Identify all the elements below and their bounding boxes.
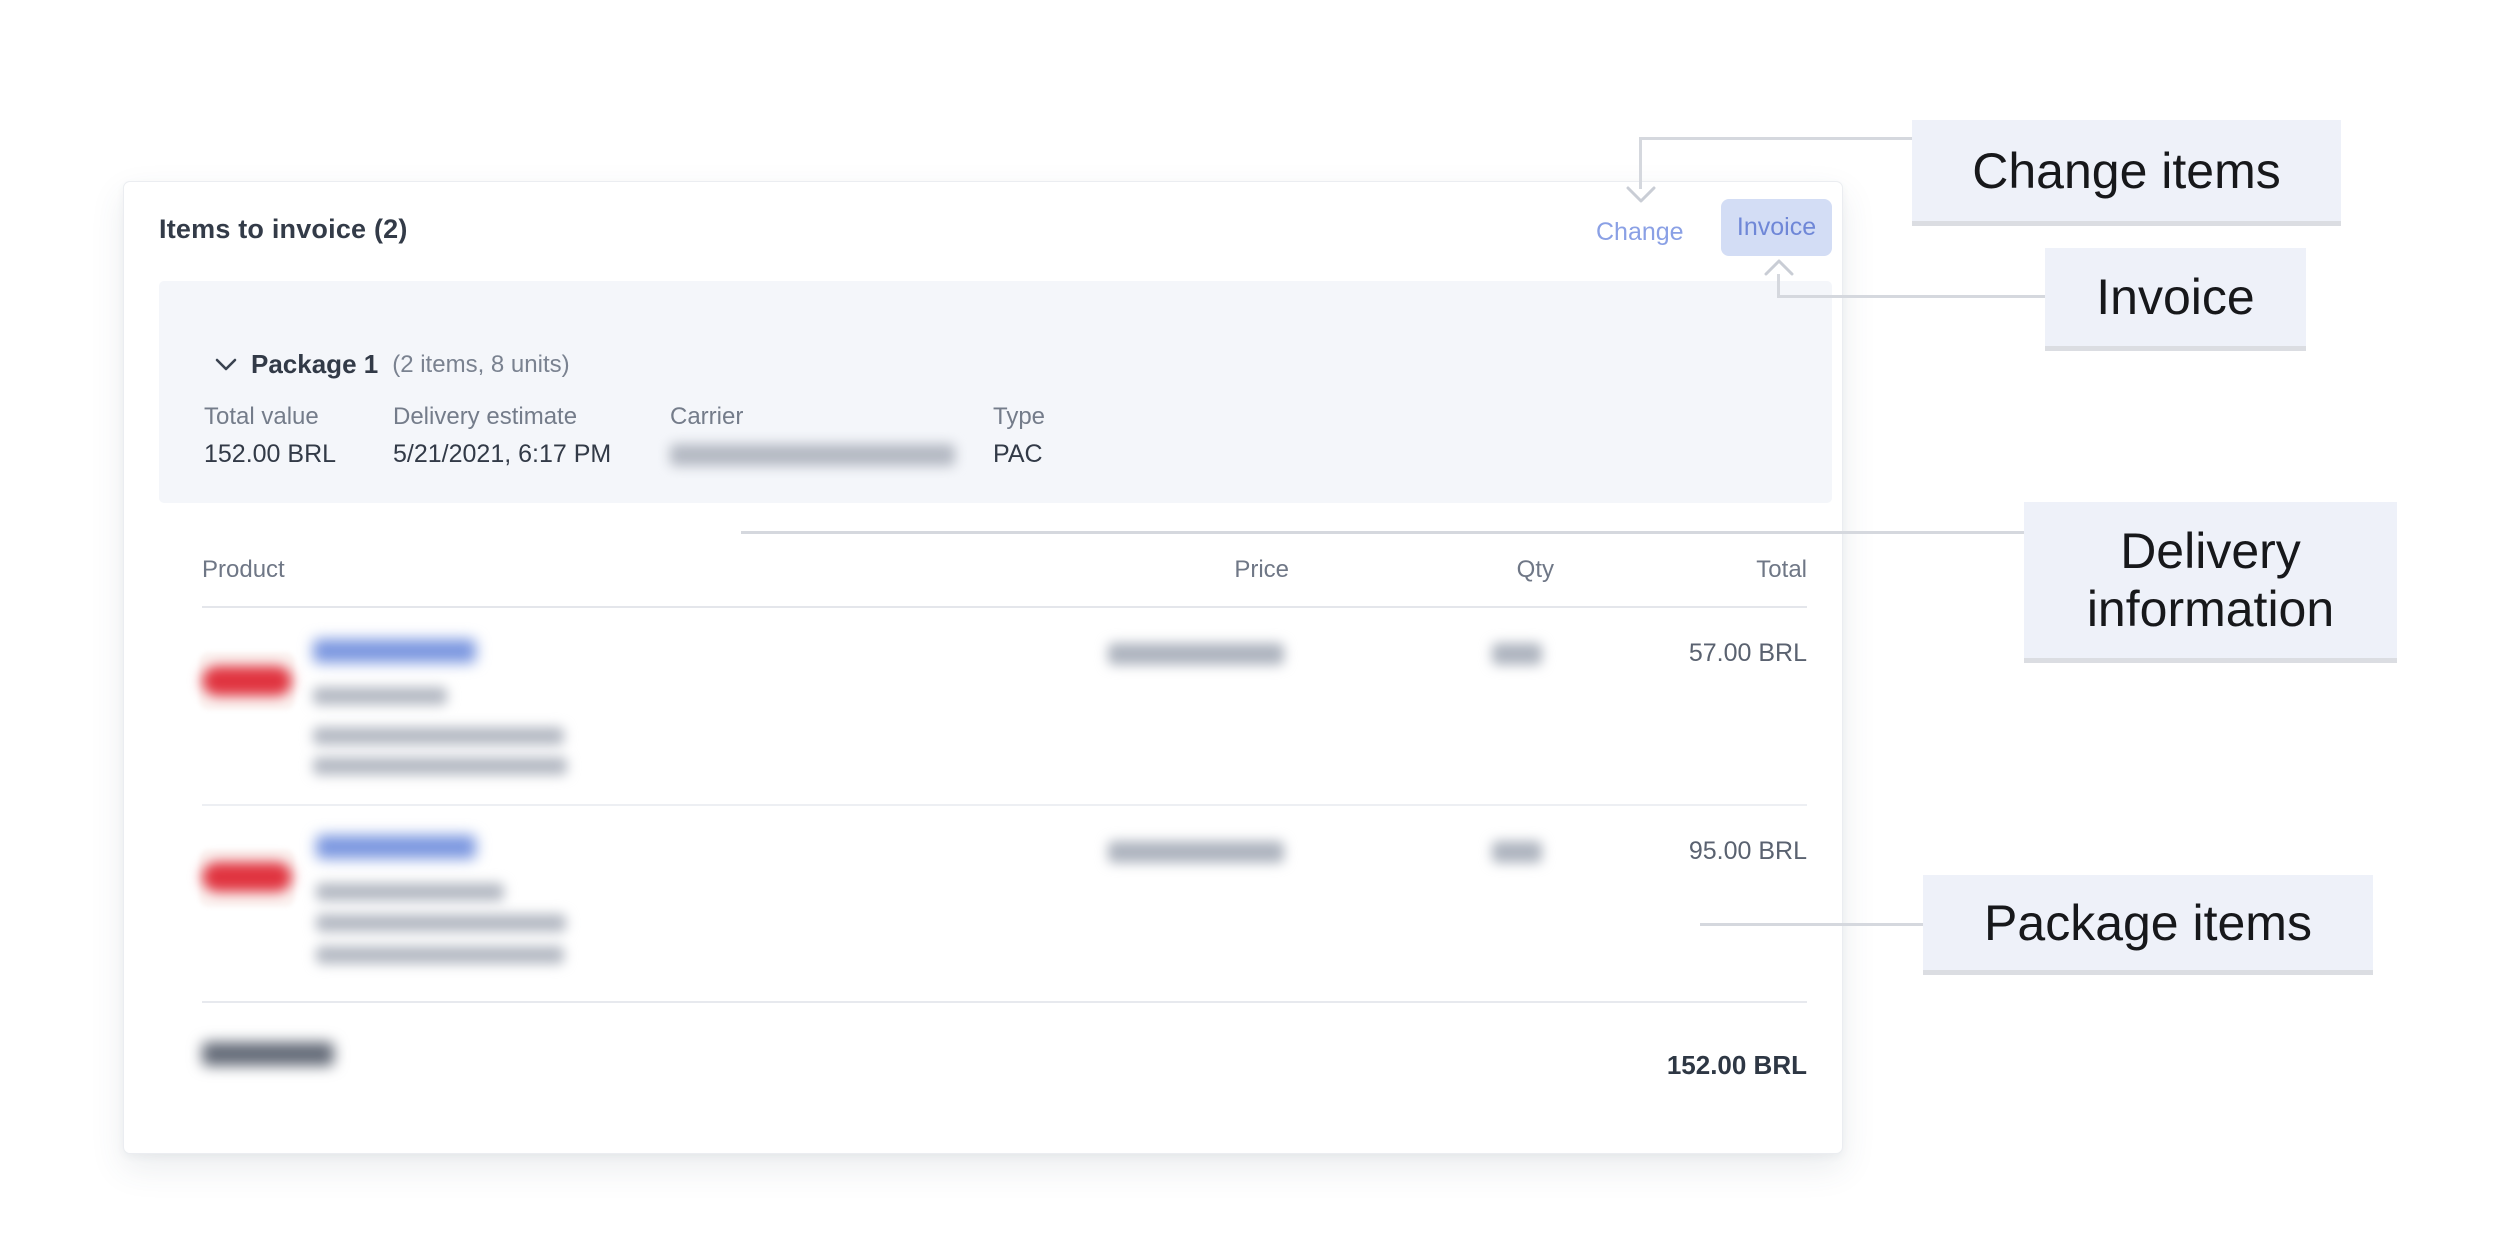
arrow-up-icon xyxy=(1764,258,1794,281)
annotation-text: Change items xyxy=(1972,142,2281,200)
column-header-product: Product xyxy=(202,556,285,584)
price-redacted xyxy=(1108,643,1284,665)
field-label: Type xyxy=(993,403,1045,431)
field-total-value: Total value 152.00 BRL xyxy=(204,403,336,469)
package-panel: Package 1 (2 items, 8 units) Total value… xyxy=(159,281,1832,503)
invoice-connector-line xyxy=(1777,295,2045,298)
field-value: 5/21/2021, 6:17 PM xyxy=(393,440,611,469)
product-detail-redacted xyxy=(316,946,564,964)
package-connector-line xyxy=(1700,923,1923,926)
product-name-link-redacted[interactable] xyxy=(316,835,476,859)
field-value: 152.00 BRL xyxy=(204,440,336,469)
annotation-change-items: Change items xyxy=(1912,120,2341,226)
annotation-package-items: Package items xyxy=(1923,875,2373,975)
column-header-price: Price xyxy=(1234,556,1289,584)
product-detail-redacted xyxy=(313,757,567,775)
field-type: Type PAC xyxy=(993,403,1045,469)
delivery-connector-line xyxy=(741,531,2024,534)
product-detail-redacted xyxy=(316,883,504,901)
carrier-value-redacted xyxy=(670,444,955,466)
arrow-down-icon xyxy=(1626,186,1656,209)
product-image-redacted xyxy=(199,652,295,710)
annotation-text: Delivery xyxy=(2120,522,2301,580)
field-delivery-estimate: Delivery estimate 5/21/2021, 6:17 PM xyxy=(393,403,611,469)
column-header-qty: Qty xyxy=(1517,556,1554,584)
chevron-down-icon xyxy=(215,358,237,372)
screenshot-canvas: Items to invoice (2) Change Invoice Pack… xyxy=(0,0,2514,1246)
qty-redacted xyxy=(1492,643,1542,665)
footer-label-redacted xyxy=(202,1042,334,1066)
annotation-text: information xyxy=(2087,580,2334,638)
field-value: PAC xyxy=(993,440,1045,469)
price-redacted xyxy=(1108,841,1284,863)
row-total: 57.00 BRL xyxy=(1689,639,1807,668)
change-connector-line xyxy=(1640,137,1912,140)
field-carrier: Carrier xyxy=(670,403,955,466)
footer-divider xyxy=(202,1001,1807,1003)
package-collapse-header[interactable]: Package 1 (2 items, 8 units) xyxy=(215,349,570,380)
change-link[interactable]: Change xyxy=(1596,218,1684,247)
column-header-total: Total xyxy=(1756,556,1807,584)
card-title: Items to invoice (2) xyxy=(159,214,408,245)
field-label: Delivery estimate xyxy=(393,403,611,431)
product-detail-redacted xyxy=(313,727,564,745)
product-detail-redacted xyxy=(316,914,566,932)
field-label: Total value xyxy=(204,403,336,431)
package-title: Package 1 xyxy=(251,349,378,380)
row-divider xyxy=(202,804,1807,806)
annotation-text: Package items xyxy=(1984,894,2312,952)
field-label: Carrier xyxy=(670,403,955,431)
package-summary: (2 items, 8 units) xyxy=(392,351,569,379)
product-image-redacted xyxy=(199,849,295,907)
table-header-divider xyxy=(202,606,1807,608)
footer-total: 152.00 BRL xyxy=(1667,1050,1807,1081)
invoice-button[interactable]: Invoice xyxy=(1721,199,1832,256)
annotation-delivery-information: Delivery information xyxy=(2024,502,2397,663)
annotation-invoice: Invoice xyxy=(2045,248,2306,351)
annotation-text: Invoice xyxy=(2096,268,2254,326)
change-connector-line xyxy=(1639,137,1642,189)
items-to-invoice-card: Items to invoice (2) Change Invoice Pack… xyxy=(123,181,1843,1154)
row-total: 95.00 BRL xyxy=(1689,837,1807,866)
qty-redacted xyxy=(1492,841,1542,863)
product-detail-redacted xyxy=(313,687,447,705)
product-name-link-redacted[interactable] xyxy=(313,639,476,663)
